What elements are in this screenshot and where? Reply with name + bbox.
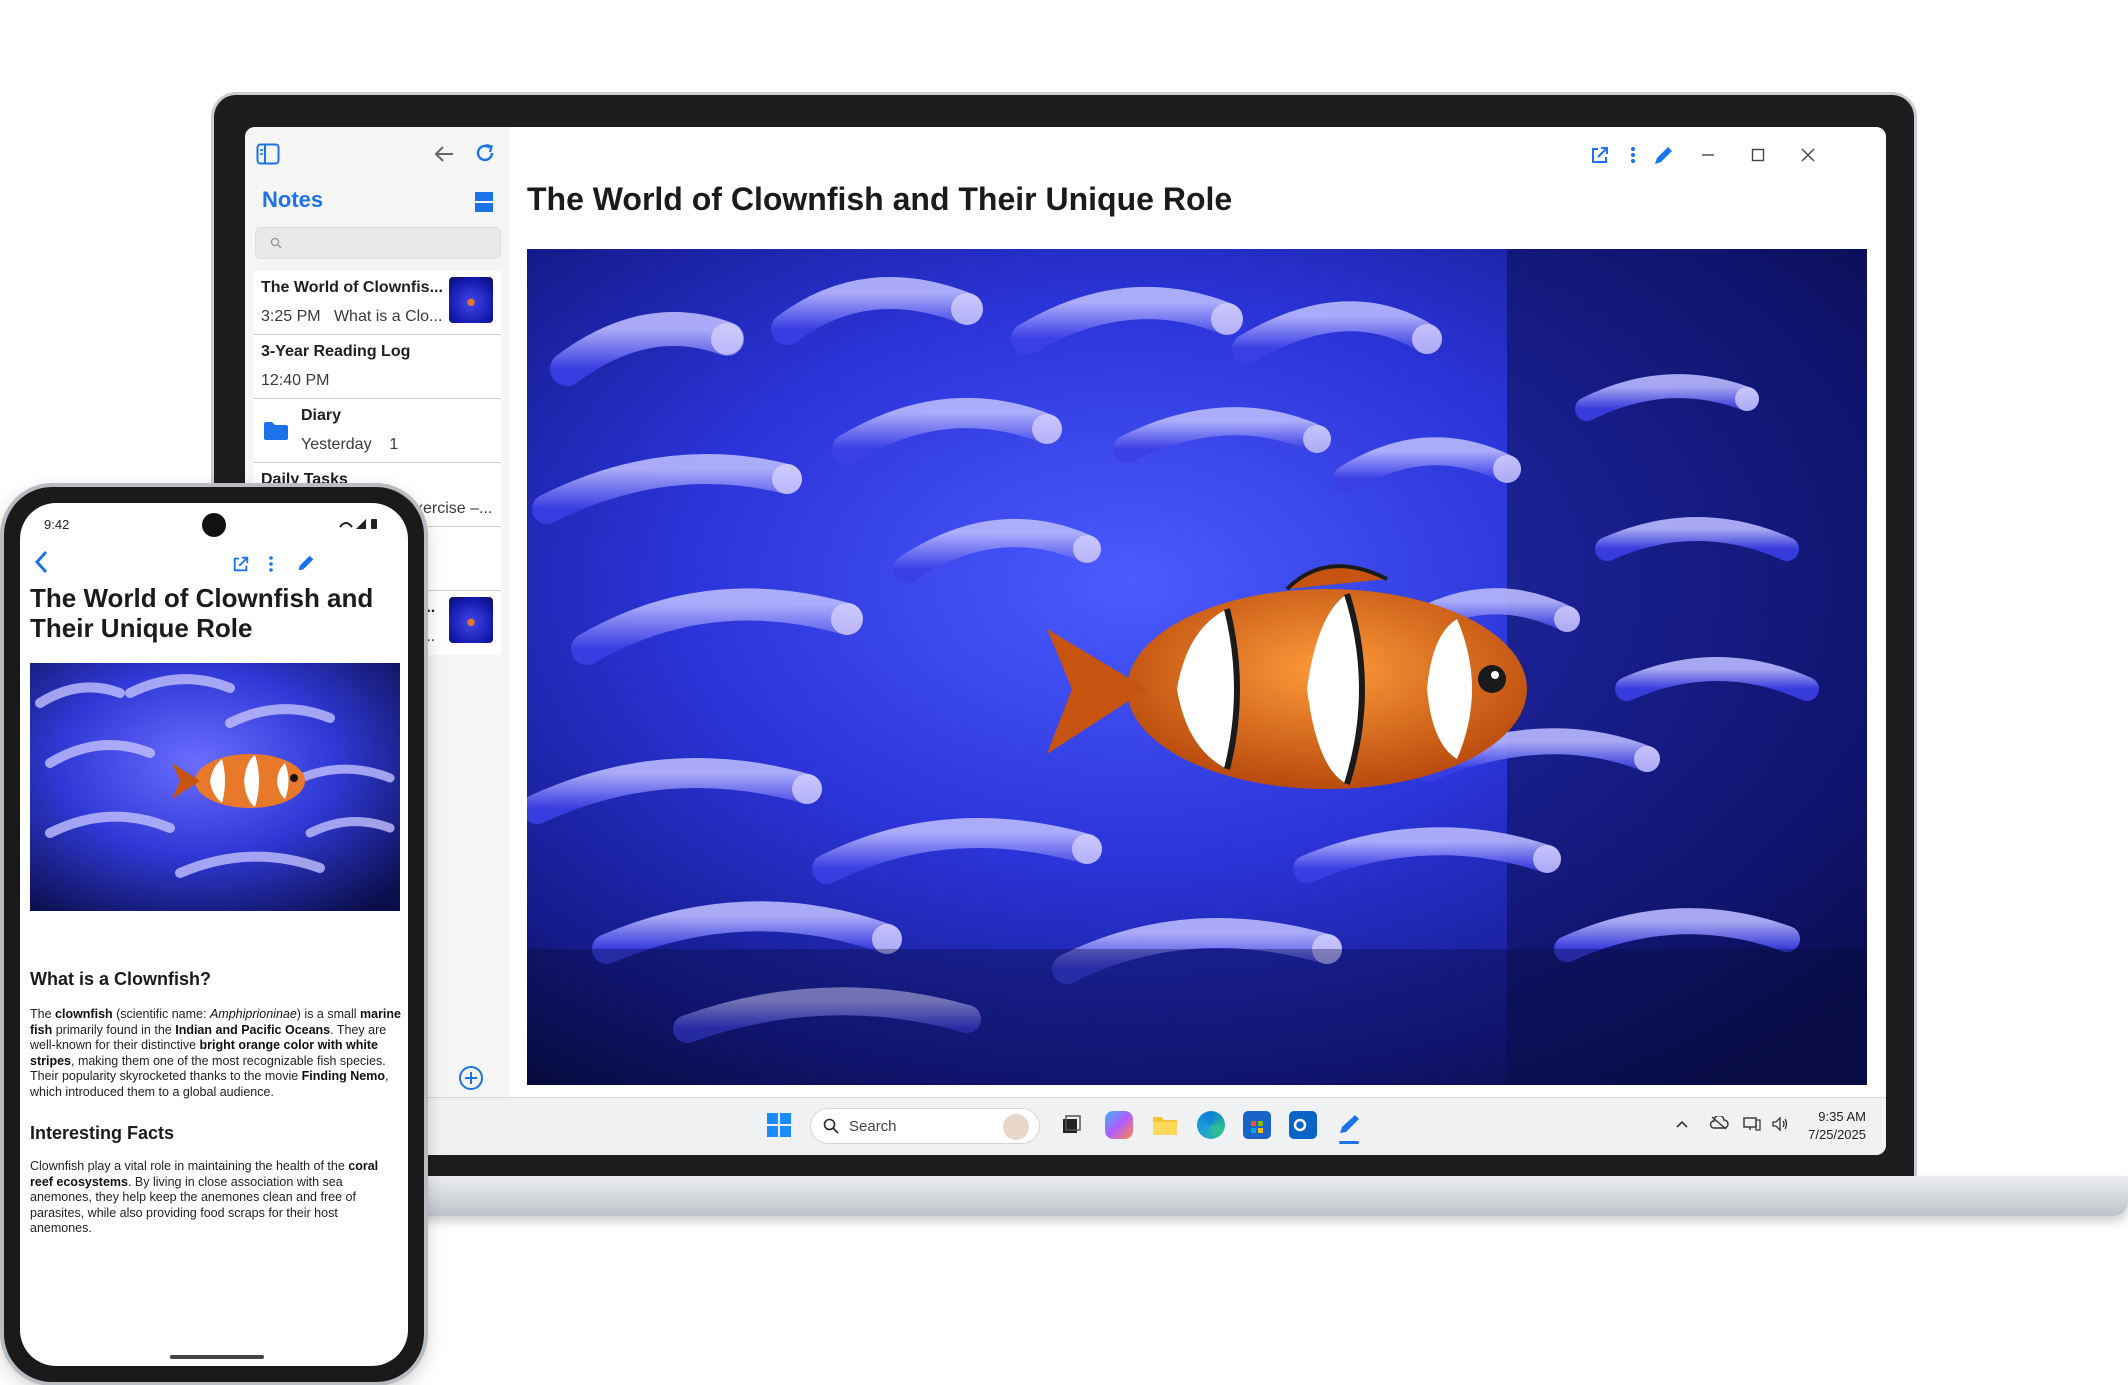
taskbar-clock[interactable]: 9:35 AM 7/25/2025 bbox=[1808, 1108, 1866, 1144]
add-note-icon[interactable] bbox=[458, 1065, 484, 1096]
refresh-icon[interactable] bbox=[471, 139, 499, 167]
share-icon[interactable] bbox=[232, 555, 250, 578]
folder-subtitle: Yesterday 1 bbox=[301, 436, 399, 453]
maximize-icon[interactable] bbox=[1744, 141, 1772, 169]
section-heading: Interesting Facts bbox=[30, 1123, 175, 1143]
edit-pen-icon[interactable] bbox=[296, 553, 316, 578]
phone-status-time: 9:42 bbox=[44, 517, 70, 532]
task-view-icon[interactable] bbox=[1057, 1111, 1085, 1139]
section-heading: What is a Clownfish? bbox=[30, 969, 212, 989]
outlook-icon[interactable] bbox=[1289, 1111, 1317, 1139]
clownfish-photo bbox=[30, 663, 400, 911]
section-paragraph: The clownfish (scientific name: Amphipri… bbox=[30, 1007, 401, 1099]
volume-icon[interactable] bbox=[1771, 1116, 1789, 1135]
edge-icon[interactable] bbox=[1197, 1111, 1225, 1139]
front-camera bbox=[202, 513, 226, 537]
windows-start-icon[interactable] bbox=[765, 1111, 793, 1139]
note-title: 3-Year Reading Log bbox=[261, 343, 411, 360]
product-showcase: Notes The World of Clownfis... 3:25 PM W… bbox=[0, 0, 2128, 1385]
note-preview: xercise –... bbox=[415, 500, 493, 517]
view-layout-icon[interactable] bbox=[471, 189, 497, 215]
folder-icon bbox=[263, 421, 289, 446]
store-icon[interactable] bbox=[1243, 1111, 1271, 1139]
edit-pen-icon[interactable] bbox=[1650, 141, 1678, 169]
clock-date: 7/25/2025 bbox=[1808, 1127, 1866, 1142]
close-icon[interactable] bbox=[1794, 141, 1822, 169]
sidebar-toggle-icon[interactable] bbox=[255, 141, 281, 167]
back-chevron-icon[interactable] bbox=[32, 549, 52, 580]
note-thumbnail bbox=[449, 277, 493, 323]
folder-item[interactable]: Diary Yesterday 1 bbox=[253, 399, 501, 463]
search-icon bbox=[270, 237, 282, 249]
share-icon[interactable] bbox=[1586, 141, 1614, 169]
note-title: The World of Clownfish and Their Unique … bbox=[527, 181, 1233, 217]
more-icon[interactable] bbox=[1620, 141, 1646, 169]
file-explorer-icon[interactable] bbox=[1151, 1111, 1179, 1139]
phone-note-title: The World of Clownfish and Their Unique … bbox=[30, 583, 374, 643]
search-icon bbox=[823, 1118, 839, 1134]
section-paragraph: Clownfish play a vital role in maintaini… bbox=[30, 1159, 379, 1235]
note-subtitle: 3:25 PM What is a Clo... bbox=[261, 308, 443, 325]
back-arrow-icon[interactable] bbox=[431, 141, 457, 167]
list-item[interactable]: The World of Clownfis... 3:25 PM What is… bbox=[253, 271, 501, 335]
note-time: 12:40 PM bbox=[261, 372, 330, 389]
clock-time: 9:35 AM bbox=[1818, 1109, 1866, 1124]
phone-screen: 9:42 The World of Clownfish and Their Un… bbox=[20, 503, 408, 1366]
status-icons bbox=[338, 517, 382, 536]
notes-title: Notes bbox=[262, 187, 324, 212]
chevron-up-icon[interactable] bbox=[1675, 1116, 1689, 1132]
cloud-off-icon[interactable] bbox=[1709, 1114, 1729, 1133]
folder-title: Diary bbox=[301, 407, 342, 424]
more-icon[interactable] bbox=[268, 555, 274, 578]
note-thumbnail bbox=[449, 597, 493, 643]
copilot-icon[interactable] bbox=[1105, 1111, 1133, 1139]
taskbar-search-input[interactable]: Search bbox=[810, 1108, 1040, 1144]
note-title: The World of Clownfis... bbox=[261, 279, 443, 296]
network-icon[interactable] bbox=[1743, 1116, 1761, 1135]
home-indicator[interactable] bbox=[170, 1355, 264, 1359]
notes-search-input[interactable] bbox=[255, 227, 501, 259]
search-highlight-icon bbox=[1003, 1114, 1029, 1140]
search-label: Search bbox=[849, 1118, 897, 1135]
clownfish-photo bbox=[527, 249, 1867, 1085]
note-view: The World of Clownfish and Their Unique … bbox=[510, 127, 1886, 1097]
laptop-screen: Notes The World of Clownfis... 3:25 PM W… bbox=[245, 127, 1886, 1155]
list-item[interactable]: 3-Year Reading Log 12:40 PM bbox=[253, 335, 501, 399]
minimize-icon[interactable] bbox=[1694, 141, 1722, 169]
windows-taskbar: Search 9:35 AM 7/25/2025 bbox=[245, 1097, 1886, 1155]
phone-frame: 9:42 The World of Clownfish and Their Un… bbox=[4, 487, 424, 1382]
notes-app-icon[interactable] bbox=[1335, 1111, 1363, 1144]
laptop-base bbox=[400, 1176, 2128, 1216]
